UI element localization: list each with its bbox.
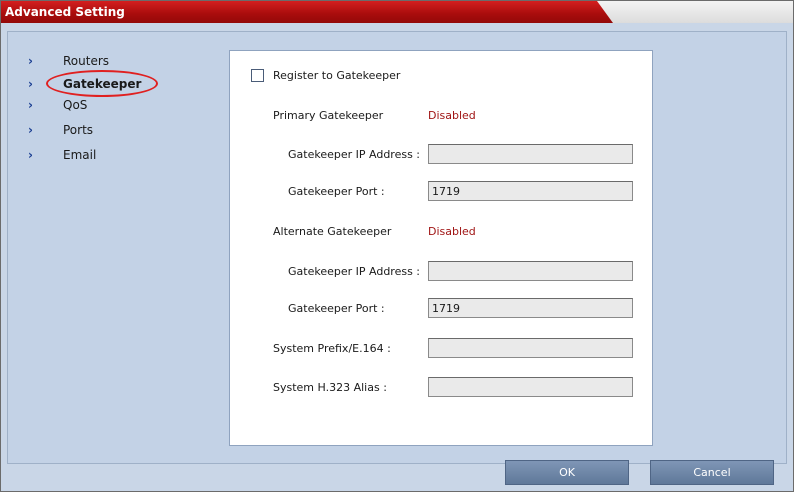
chevron-right-icon: › <box>28 148 33 162</box>
nav-item-label: QoS <box>63 98 88 112</box>
primary-gatekeeper-label: Primary Gatekeeper <box>273 109 384 122</box>
nav-item-label: Ports <box>63 123 94 137</box>
system-alias-input[interactable] <box>428 377 633 397</box>
primary-gatekeeper-ip-input[interactable] <box>428 144 633 164</box>
primary-port-label: Gatekeeper Port : <box>288 185 385 198</box>
highlight-circle <box>46 70 158 97</box>
alternate-gatekeeper-port-input[interactable] <box>428 298 633 318</box>
chevron-right-icon: › <box>28 77 33 91</box>
alternate-ip-label: Gatekeeper IP Address : <box>288 265 421 278</box>
nav-item-label: Routers <box>63 54 110 68</box>
chevron-right-icon: › <box>28 54 33 68</box>
primary-gatekeeper-status: Disabled <box>428 109 476 122</box>
alternate-gatekeeper-status: Disabled <box>428 225 476 238</box>
chevron-right-icon: › <box>28 123 33 137</box>
register-gatekeeper-checkbox[interactable] <box>251 69 264 82</box>
system-prefix-label: System Prefix/E.164 : <box>273 342 391 355</box>
chevron-right-icon: › <box>28 98 33 112</box>
primary-ip-label: Gatekeeper IP Address : <box>288 148 421 161</box>
gatekeeper-settings-panel: Register to Gatekeeper Primary Gatekeepe… <box>229 50 653 446</box>
nav-item-label: Email <box>63 148 97 162</box>
advanced-setting-dialog: Advanced Setting › Routers › Gatekeeper … <box>0 0 794 492</box>
cancel-button[interactable]: Cancel <box>650 460 774 485</box>
system-prefix-input[interactable] <box>428 338 633 358</box>
primary-gatekeeper-port-input[interactable] <box>428 181 633 201</box>
dialog-title: Advanced Setting <box>1 1 613 23</box>
system-alias-label: System H.323 Alias : <box>273 381 387 394</box>
ok-button[interactable]: OK <box>505 460 629 485</box>
register-gatekeeper-label: Register to Gatekeeper <box>273 69 401 82</box>
alternate-gatekeeper-label: Alternate Gatekeeper <box>273 225 392 238</box>
alternate-port-label: Gatekeeper Port : <box>288 302 385 315</box>
alternate-gatekeeper-ip-input[interactable] <box>428 261 633 281</box>
